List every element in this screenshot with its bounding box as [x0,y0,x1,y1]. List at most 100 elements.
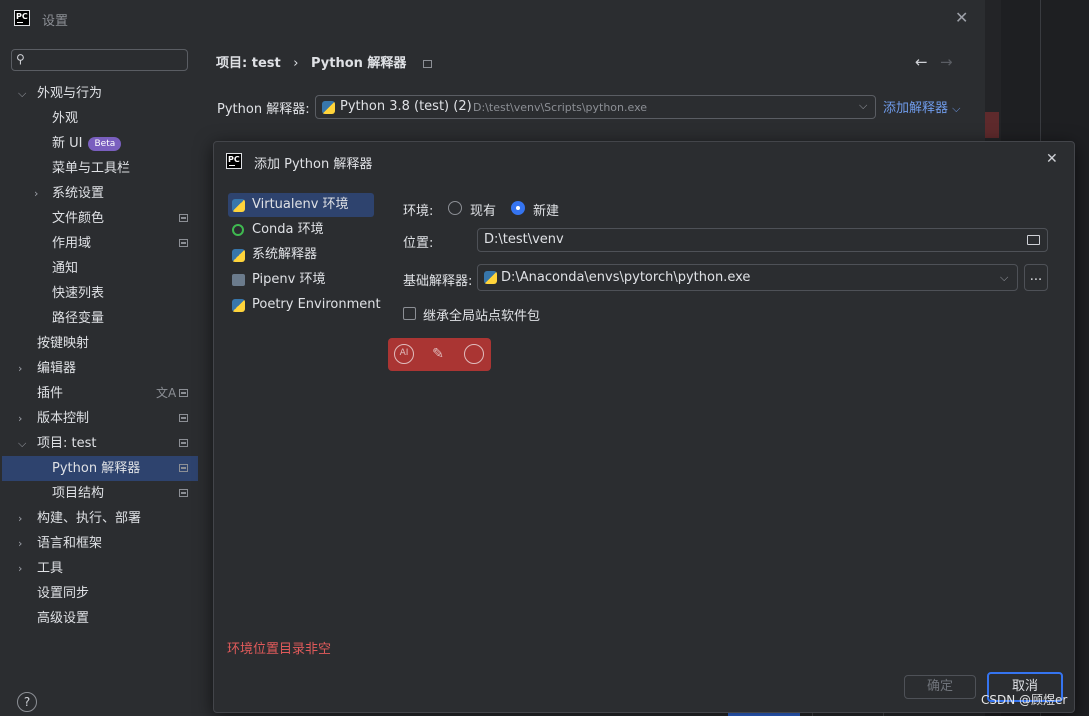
project-settings-icon [179,389,188,397]
sidebar-item-label: 按键映射 [37,336,90,351]
pycharm-logo-icon: PC [226,153,242,169]
inherit-packages-checkbox[interactable] [403,307,416,320]
sidebar-item-editor[interactable]: › 编辑器 [0,356,198,381]
type-poetry[interactable]: Poetry Environment [228,293,388,317]
sidebar-item-version-control[interactable]: › 版本控制 [0,406,198,431]
project-settings-icon [179,414,188,422]
type-pipenv[interactable]: Pipenv 环境 [228,268,374,292]
type-virtualenv[interactable]: Virtualenv 环境 [228,193,374,217]
ai-floating-toolbar: AI ✎ [388,338,491,371]
sidebar-item-keymap[interactable]: 按键映射 [0,331,198,356]
breadcrumb-project[interactable]: 项目: test [216,56,281,71]
watermark: CSDN @顾煜er [981,693,1068,707]
location-value: D:\test\venv [484,232,564,247]
type-label: Poetry Environment [252,297,381,312]
sidebar-item-label: 文件颜色 [52,211,105,226]
sidebar-item-settings-sync[interactable]: 设置同步 [0,581,198,606]
project-settings-icon [179,214,188,222]
sidebar-item-label: 新 UI [52,136,83,151]
ai-assistant-icon[interactable]: AI [394,344,414,364]
conda-icon [232,224,244,236]
sidebar-item-label: 项目: test [37,436,97,451]
back-arrow-icon[interactable]: ← [915,53,928,71]
dialog-close-icon[interactable]: ✕ [1046,151,1058,167]
sidebar-item-appearance-behavior[interactable]: ⌵ 外观与行为 [0,81,198,106]
project-settings-icon [179,489,188,497]
chevron-right-icon: › [18,362,23,375]
error-message: 环境位置目录非空 [227,642,332,657]
interpreter-path: D:\test\venv\Scripts\python.exe [473,101,648,114]
add-interpreter-label: 添加解释器 [883,101,949,116]
folder-icon[interactable] [1027,235,1040,245]
search-icon[interactable] [464,344,484,364]
sidebar-item-quick-lists[interactable]: 快速列表 [0,281,198,306]
sidebar-item-appearance[interactable]: 外观 [0,106,198,131]
sidebar-item-label: 编辑器 [37,361,77,376]
type-label: Conda 环境 [252,222,324,237]
location-label: 位置: [403,236,434,251]
sidebar-item-languages-frameworks[interactable]: › 语言和框架 [0,531,198,556]
sidebar-item-project-structure[interactable]: 项目结构 [0,481,198,506]
sidebar-item-project-test[interactable]: ⌵ 项目: test [0,431,198,456]
interpreter-name: Python 3.8 (test) (2) [340,99,472,114]
sidebar-item-advanced-settings[interactable]: 高级设置 [0,606,198,631]
base-interpreter-label: 基础解释器: [403,274,473,289]
sidebar-item-label: 快速列表 [52,286,105,301]
chevron-down-icon: ⌵ [18,87,27,100]
magic-wand-icon[interactable]: ✎ [428,344,448,364]
sidebar-item-label: 构建、执行、部署 [37,511,142,526]
interpreter-label: Python 解释器: [217,102,310,117]
env-new-radio[interactable] [511,201,525,215]
pycharm-logo-icon: PC [14,10,30,26]
search-icon: ⚲ [16,52,25,66]
search-input[interactable]: ⚲ [11,49,188,71]
browse-button[interactable]: ... [1024,264,1048,291]
sidebar-item-label: 外观与行为 [37,86,103,101]
sidebar-item-label: 版本控制 [37,411,90,426]
sidebar-item-label: 语言和框架 [37,536,103,551]
env-existing-radio[interactable] [448,201,462,215]
window-title: 设置 [42,14,69,29]
ok-button[interactable]: 确定 [904,675,976,699]
forward-arrow-icon[interactable]: → [940,53,953,71]
sidebar-item-tools[interactable]: › 工具 [0,556,198,581]
project-settings-icon [179,239,188,247]
close-icon[interactable]: ✕ [955,8,968,27]
python-icon [322,101,335,114]
type-conda[interactable]: Conda 环境 [228,218,374,242]
interpreter-select[interactable]: Python 3.8 (test) (2) D:\test\venv\Scrip… [315,95,876,119]
add-interpreter-dialog: PC 添加 Python 解释器 ✕ Virtualenv 环境 Conda 环… [213,141,1075,713]
type-system[interactable]: 系统解释器 [228,243,374,267]
title-bar: PC 设置 ✕ [0,0,985,38]
sidebar-item-scopes[interactable]: 作用域 [0,231,198,256]
inherit-packages-label: 继承全局站点软件包 [423,309,541,324]
sidebar-item-new-ui[interactable]: 新 UI Beta [0,131,198,156]
virtualenv-icon [232,199,245,212]
beta-badge: Beta [88,136,122,151]
sidebar-item-menus-toolbars[interactable]: 菜单与工具栏 [0,156,198,181]
breadcrumb-page: Python 解释器 [310,56,407,71]
sidebar-item-label: 作用域 [52,236,92,251]
dialog-title: 添加 Python 解释器 [254,157,373,172]
type-label: 系统解释器 [252,247,318,262]
sidebar-item-build-execution[interactable]: › 构建、执行、部署 [0,506,198,531]
sidebar-item-plugins[interactable]: 插件 文A [0,381,198,406]
sidebar-item-label: 高级设置 [37,611,90,626]
base-interpreter-select[interactable]: D:\Anaconda\envs\pytorch\python.exe ⌵ [477,264,1018,291]
sidebar-item-python-interpreter[interactable]: Python 解释器 [2,456,198,481]
chevron-right-icon: › [34,187,39,200]
sidebar-item-label: Python 解释器 [52,461,141,476]
add-interpreter-link[interactable]: 添加解释器 ⌵ [883,97,961,116]
sidebar-item-notifications[interactable]: 通知 [0,256,198,281]
env-label: 环境: [403,204,434,219]
location-input[interactable]: D:\test\venv [477,228,1048,252]
sidebar-item-file-colors[interactable]: 文件颜色 [0,206,198,231]
base-interpreter-value: D:\Anaconda\envs\pytorch\python.exe [501,270,751,285]
project-settings-icon [422,59,432,68]
sidebar-item-system-settings[interactable]: › 系统设置 [0,181,198,206]
breadcrumb-separator: › [293,56,299,71]
help-button[interactable]: ? [17,692,37,712]
search-field[interactable] [38,51,182,71]
env-existing-label: 现有 [470,204,497,219]
sidebar-item-path-variables[interactable]: 路径变量 [0,306,198,331]
